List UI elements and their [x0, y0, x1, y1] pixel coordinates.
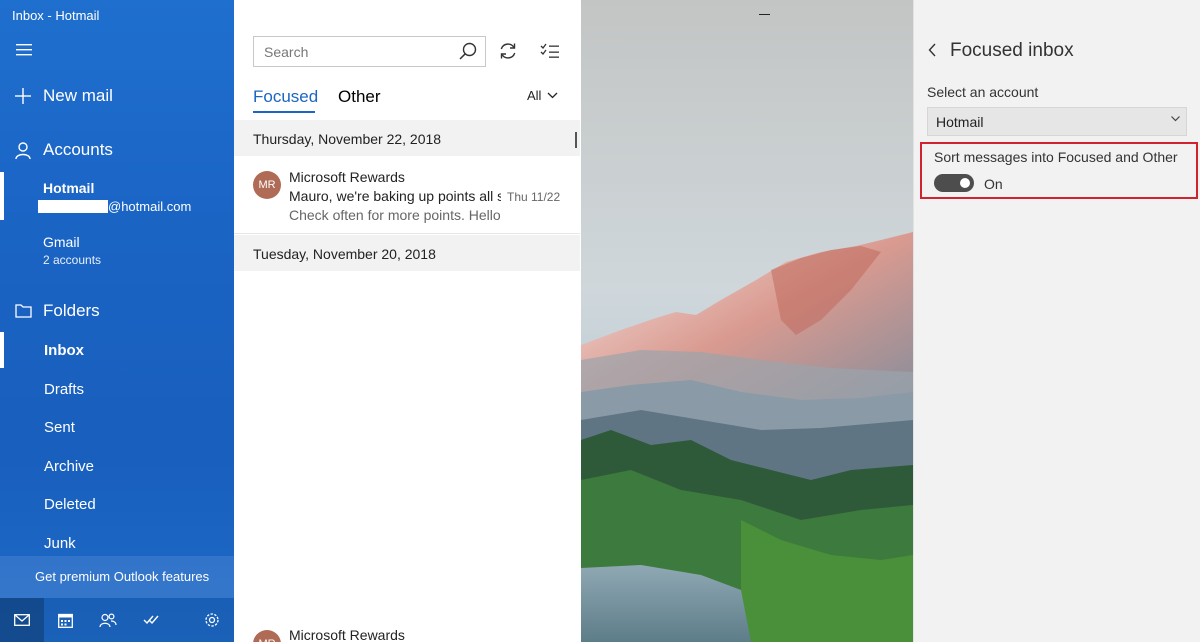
sidebar: Inbox - Hotmail New mail Accounts Hotmai…	[0, 0, 234, 642]
filter-label: All	[527, 88, 542, 103]
premium-features-link[interactable]: Get premium Outlook features	[0, 556, 234, 598]
date-group-header: Thursday, November 22, 2018	[234, 120, 580, 156]
folder-deleted[interactable]: Deleted	[44, 496, 96, 513]
plus-icon	[14, 88, 32, 104]
search-placeholder: Search	[264, 44, 309, 60]
selected-folder-indicator	[0, 332, 4, 368]
date-group-header: Tuesday, November 20, 2018	[234, 235, 580, 271]
tab-other[interactable]: Other	[338, 87, 381, 107]
avatar: MR	[253, 630, 281, 642]
calendar-icon[interactable]	[43, 598, 87, 642]
window-title: Inbox - Hotmail	[12, 8, 100, 23]
redacted-email-block	[38, 200, 108, 213]
message-date: Thu 11/22	[507, 190, 561, 204]
message-sender: Microsoft Rewards	[289, 627, 405, 642]
folder-inbox[interactable]: Inbox	[44, 342, 84, 359]
hamburger-menu-icon[interactable]	[14, 40, 34, 60]
bottom-app-bar	[0, 598, 234, 642]
account-hotmail[interactable]: Hotmail @hotmail.com	[0, 172, 234, 220]
select-account-label: Select an account	[927, 84, 1039, 100]
new-mail-label: New mail	[43, 86, 113, 105]
reading-pane-background	[581, 0, 913, 642]
accounts-label: Accounts	[43, 140, 113, 159]
person-icon	[14, 141, 32, 159]
back-arrow-icon[interactable]	[928, 43, 937, 62]
message-subject: Mauro, we're baking up points all s	[289, 188, 501, 204]
message-list-pane: Search Focused Other All Thursday, Novem…	[234, 0, 581, 642]
people-icon[interactable]	[86, 598, 130, 642]
toggle-state-label: On	[984, 176, 1003, 192]
account-gmail[interactable]: Gmail 2 accounts	[0, 228, 234, 272]
accounts-heading[interactable]: Accounts	[0, 138, 234, 162]
chevron-down-icon	[547, 92, 558, 99]
settings-gear-icon[interactable]	[190, 598, 234, 642]
account-select-value: Hotmail	[936, 114, 984, 130]
todo-icon[interactable]	[129, 598, 173, 642]
account-name: Gmail	[43, 234, 80, 250]
account-email: @hotmail.com	[108, 199, 192, 214]
folders-heading[interactable]: Folders	[0, 299, 234, 323]
tab-focused[interactable]: Focused	[253, 87, 318, 107]
focused-inbox-settings-panel: Focused inbox Select an account Hotmail …	[913, 0, 1200, 642]
account-select[interactable]: Hotmail	[927, 107, 1187, 136]
sync-icon[interactable]	[498, 41, 518, 61]
list-item[interactable]: MR Microsoft Rewards Mauro, we're baking…	[234, 156, 580, 234]
folder-archive[interactable]: Archive	[44, 458, 94, 475]
avatar: MR	[253, 171, 281, 199]
folder-icon	[14, 304, 32, 318]
filter-dropdown[interactable]: All	[527, 88, 558, 103]
tab-focused-underline	[253, 111, 315, 113]
list-item[interactable]: MR Microsoft Rewards	[234, 620, 580, 642]
focused-inbox-toggle[interactable]	[934, 174, 974, 192]
folder-junk[interactable]: Junk	[44, 535, 76, 552]
list-scrollbar[interactable]	[575, 132, 577, 148]
chevron-down-icon	[1171, 116, 1180, 122]
mountain-landscape-image	[581, 0, 913, 642]
message-sender: Microsoft Rewards	[289, 169, 405, 185]
mail-icon[interactable]	[0, 598, 44, 642]
search-icon[interactable]	[459, 42, 477, 60]
folders-label: Folders	[43, 301, 100, 320]
minimize-icon[interactable]	[749, 4, 779, 26]
new-mail-button[interactable]: New mail	[0, 84, 234, 108]
account-sub: 2 accounts	[43, 253, 102, 267]
toggle-knob	[960, 178, 970, 188]
selection-mode-icon[interactable]	[540, 43, 560, 59]
folder-sent[interactable]: Sent	[44, 419, 75, 436]
search-box[interactable]: Search	[253, 36, 486, 67]
account-name: Hotmail	[43, 180, 95, 196]
message-preview: Check often for more points. Hello	[289, 207, 501, 223]
sort-messages-label: Sort messages into Focused and Other	[934, 149, 1178, 165]
panel-title: Focused inbox	[950, 40, 1074, 61]
folder-drafts[interactable]: Drafts	[44, 381, 84, 398]
